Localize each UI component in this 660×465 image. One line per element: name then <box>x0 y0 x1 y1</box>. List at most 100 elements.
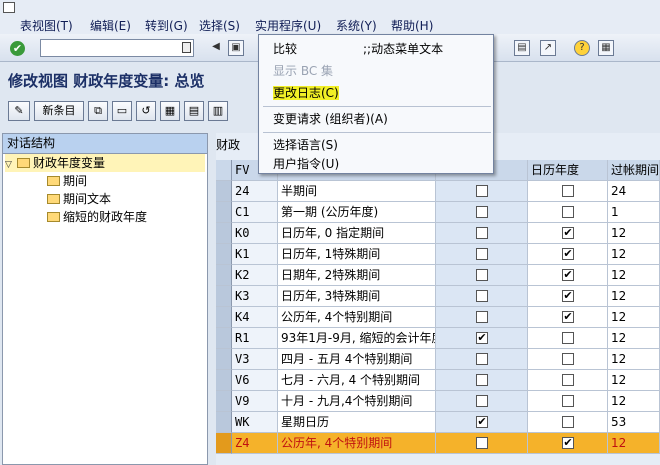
tree-item-shortened-fiscal-year[interactable]: 缩短的财政年度 <box>47 208 147 226</box>
table-row[interactable]: WK星期日历 53 <box>216 412 660 433</box>
delete-icon[interactable]: ▭ <box>112 101 132 121</box>
year-dependent-checkbox[interactable] <box>475 311 488 323</box>
deselect-all-icon[interactable]: ▥ <box>208 101 228 121</box>
menu-edit[interactable]: 编辑(E) <box>90 17 131 34</box>
cell-description[interactable]: 星期日历 <box>278 412 436 433</box>
save-icon[interactable]: ▣ <box>228 40 244 56</box>
cell-posting-periods[interactable]: 12 <box>608 244 660 265</box>
column-header-posting-periods[interactable]: 过帐期间数 <box>608 160 660 181</box>
tree-item-period-texts[interactable]: 期间文本 <box>47 190 111 208</box>
calendar-year-checkbox[interactable] <box>561 353 574 365</box>
layout-icon[interactable]: ▤ <box>514 40 530 56</box>
table-row[interactable]: V9 十月 - 九月,4个特别期间 12 <box>216 391 660 412</box>
menu-goto[interactable]: 转到(G) <box>145 17 188 34</box>
menu-item-compare[interactable]: 比较 ;;动态菜单文本 <box>259 38 493 60</box>
row-selector[interactable] <box>216 286 232 307</box>
command-history-icon[interactable] <box>182 42 191 53</box>
year-dependent-checkbox[interactable] <box>475 269 488 281</box>
cell-posting-periods[interactable]: 24 <box>608 181 660 202</box>
help-icon[interactable]: ? <box>574 40 590 56</box>
cell-fv[interactable]: K2 <box>232 265 278 286</box>
calendar-year-checkbox[interactable] <box>561 227 574 239</box>
year-dependent-checkbox[interactable] <box>475 185 488 197</box>
year-dependent-checkbox[interactable] <box>475 227 488 239</box>
table-row[interactable]: K0日历年, 0 指定期间 12 <box>216 223 660 244</box>
tree-item-fiscal-year-variant[interactable]: ▽ 财政年度变量 <box>5 154 205 172</box>
menu-system[interactable]: 系统(Y) <box>336 17 377 34</box>
system-menu-icon[interactable] <box>3 2 15 13</box>
cell-posting-periods[interactable]: 12 <box>608 223 660 244</box>
year-dependent-checkbox[interactable] <box>475 206 488 218</box>
year-dependent-checkbox[interactable] <box>475 290 488 302</box>
table-row[interactable]: K4公历年, 4个特别期间 12 <box>216 307 660 328</box>
cell-description[interactable]: 公历年, 4个特别期间 <box>278 433 436 454</box>
cell-posting-periods[interactable]: 12 <box>608 433 660 454</box>
row-selector[interactable] <box>216 391 232 412</box>
cell-description[interactable]: 十月 - 九月,4个特别期间 <box>278 391 436 412</box>
table-row[interactable]: K2日期年, 2特殊期间 12 <box>216 265 660 286</box>
customize-icon[interactable]: ▦ <box>598 40 614 56</box>
select-all-icon[interactable]: ▦ <box>160 101 180 121</box>
row-selector[interactable] <box>216 265 232 286</box>
row-selector[interactable] <box>216 412 232 433</box>
cell-description[interactable]: 四月 - 五月 4个特别期间 <box>278 349 436 370</box>
year-dependent-checkbox[interactable] <box>475 353 488 365</box>
calendar-year-checkbox[interactable] <box>561 416 574 428</box>
year-dependent-checkbox[interactable] <box>475 437 488 449</box>
cell-posting-periods[interactable]: 12 <box>608 370 660 391</box>
cell-posting-periods[interactable]: 12 <box>608 391 660 412</box>
calendar-year-checkbox[interactable] <box>561 437 574 449</box>
cell-fv[interactable]: V6 <box>232 370 278 391</box>
table-row[interactable]: V6 七月 - 六月, 4 个特别期间 12 <box>216 370 660 391</box>
cell-posting-periods[interactable]: 12 <box>608 265 660 286</box>
cell-fv[interactable]: V9 <box>232 391 278 412</box>
cell-description[interactable]: 半期间 <box>278 181 436 202</box>
calendar-year-checkbox[interactable] <box>561 248 574 260</box>
year-dependent-checkbox[interactable] <box>475 332 488 344</box>
table-row[interactable]: K3日历年, 3特殊期间 12 <box>216 286 660 307</box>
cell-description[interactable]: 日历年, 0 指定期间 <box>278 223 436 244</box>
row-selector[interactable] <box>216 223 232 244</box>
row-selector[interactable] <box>216 202 232 223</box>
row-selector[interactable] <box>216 328 232 349</box>
menu-selection[interactable]: 选择(S) <box>199 17 240 34</box>
row-selector[interactable] <box>216 370 232 391</box>
menu-help[interactable]: 帮助(H) <box>391 17 433 34</box>
cell-description[interactable]: 第一期 (公历年度) <box>278 202 436 223</box>
menu-item-user-commands[interactable]: 用户指令(U) <box>259 154 493 174</box>
expand-arrow-icon[interactable]: ▽ <box>5 156 17 174</box>
cell-description[interactable]: 日历年, 3特殊期间 <box>278 286 436 307</box>
table-row[interactable]: 24 半期间 24 <box>216 181 660 202</box>
menu-table-view[interactable]: 表视图(T) <box>20 17 73 34</box>
table-row[interactable]: K1日历年, 1特殊期间 12 <box>216 244 660 265</box>
calendar-year-checkbox[interactable] <box>561 206 574 218</box>
table-row[interactable]: R193年1月-9月, 缩短的会计年度 12 <box>216 328 660 349</box>
new-window-icon[interactable]: ↗ <box>540 40 556 56</box>
cell-fv[interactable]: K0 <box>232 223 278 244</box>
copy-icon[interactable]: ⧉ <box>88 101 108 121</box>
table-row[interactable]: C1 第一期 (公历年度) 1 <box>216 202 660 223</box>
cell-fv[interactable]: 24 <box>232 181 278 202</box>
menu-utilities[interactable]: 实用程序(U) <box>255 17 321 34</box>
cell-posting-periods[interactable]: 1 <box>608 202 660 223</box>
cell-fv[interactable]: K1 <box>232 244 278 265</box>
row-selector[interactable] <box>216 244 232 265</box>
row-selector[interactable] <box>216 433 232 454</box>
row-selector[interactable] <box>216 349 232 370</box>
cell-fv[interactable]: K3 <box>232 286 278 307</box>
cell-posting-periods[interactable]: 12 <box>608 307 660 328</box>
tree-item-periods[interactable]: 期间 <box>47 172 87 190</box>
cell-description[interactable]: 日历年, 1特殊期间 <box>278 244 436 265</box>
select-all-cell[interactable] <box>216 160 232 181</box>
year-dependent-checkbox[interactable] <box>475 374 488 386</box>
column-header-calendar-year[interactable]: 日历年度 <box>528 160 608 181</box>
cell-description[interactable]: 93年1月-9月, 缩短的会计年度 <box>278 328 436 349</box>
table-row[interactable]: V3 四月 - 五月 4个特别期间 12 <box>216 349 660 370</box>
change-display-icon[interactable]: ✎ <box>8 101 30 121</box>
cell-posting-periods[interactable]: 12 <box>608 286 660 307</box>
cell-fv[interactable]: WK <box>232 412 278 433</box>
table-row[interactable]: Z4公历年, 4个特别期间 12 <box>216 433 660 454</box>
cell-description[interactable]: 公历年, 4个特别期间 <box>278 307 436 328</box>
back-arrow-icon[interactable]: ◀ <box>208 40 224 56</box>
calendar-year-checkbox[interactable] <box>561 311 574 323</box>
